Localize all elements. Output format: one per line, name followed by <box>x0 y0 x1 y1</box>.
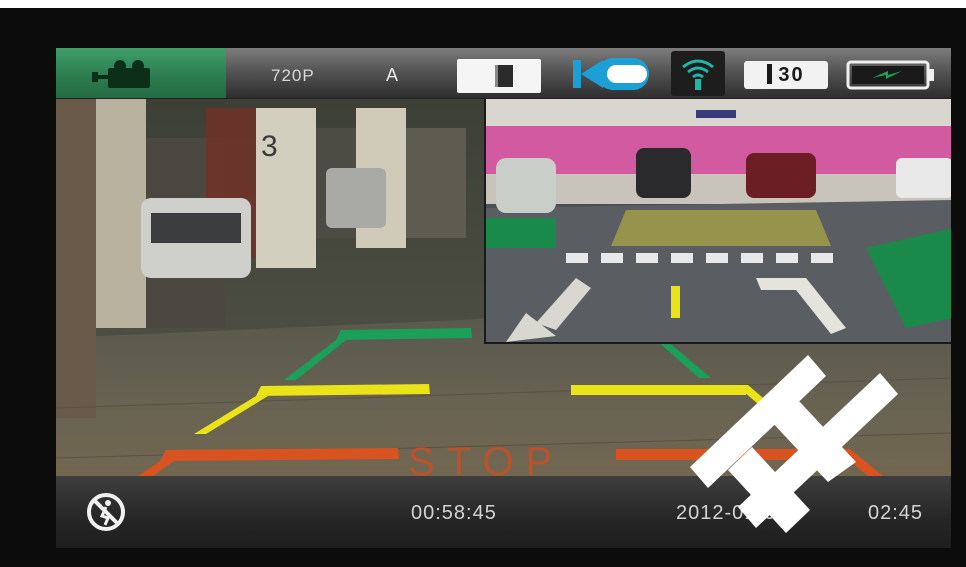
date-display: 2012-01-01 <box>676 502 789 524</box>
timer-value: 30 <box>778 64 805 86</box>
exposure-label: A <box>386 65 399 85</box>
video-camera-icon <box>92 60 150 88</box>
svg-text:3: 3 <box>261 130 278 163</box>
resolution-label: 720P <box>271 66 315 85</box>
wifi-icon[interactable] <box>671 51 725 96</box>
recording-elapsed-time: 00:58:45 <box>411 502 497 524</box>
pip-camera-feed <box>486 98 951 342</box>
clock-display: 02:45 <box>868 502 924 524</box>
pip-toggle-icon[interactable] <box>457 59 541 93</box>
bottom-info-bar: 00:58:45 2012-01-01 02:45 <box>56 476 951 548</box>
motion-detection-off-icon[interactable] <box>86 492 126 532</box>
battery-charging-icon <box>846 60 934 90</box>
loop-timer-badge[interactable]: 30 <box>744 61 828 89</box>
pip-front-camera[interactable] <box>484 96 951 344</box>
rear-camera-icon[interactable] <box>573 56 653 92</box>
status-bar: 720P A 30 <box>56 48 951 99</box>
dashcam-screen: 3 720P A 30 STOP 00:58:45 2012-01-01 02:… <box>56 48 951 548</box>
mode-tab-video[interactable] <box>56 48 226 98</box>
